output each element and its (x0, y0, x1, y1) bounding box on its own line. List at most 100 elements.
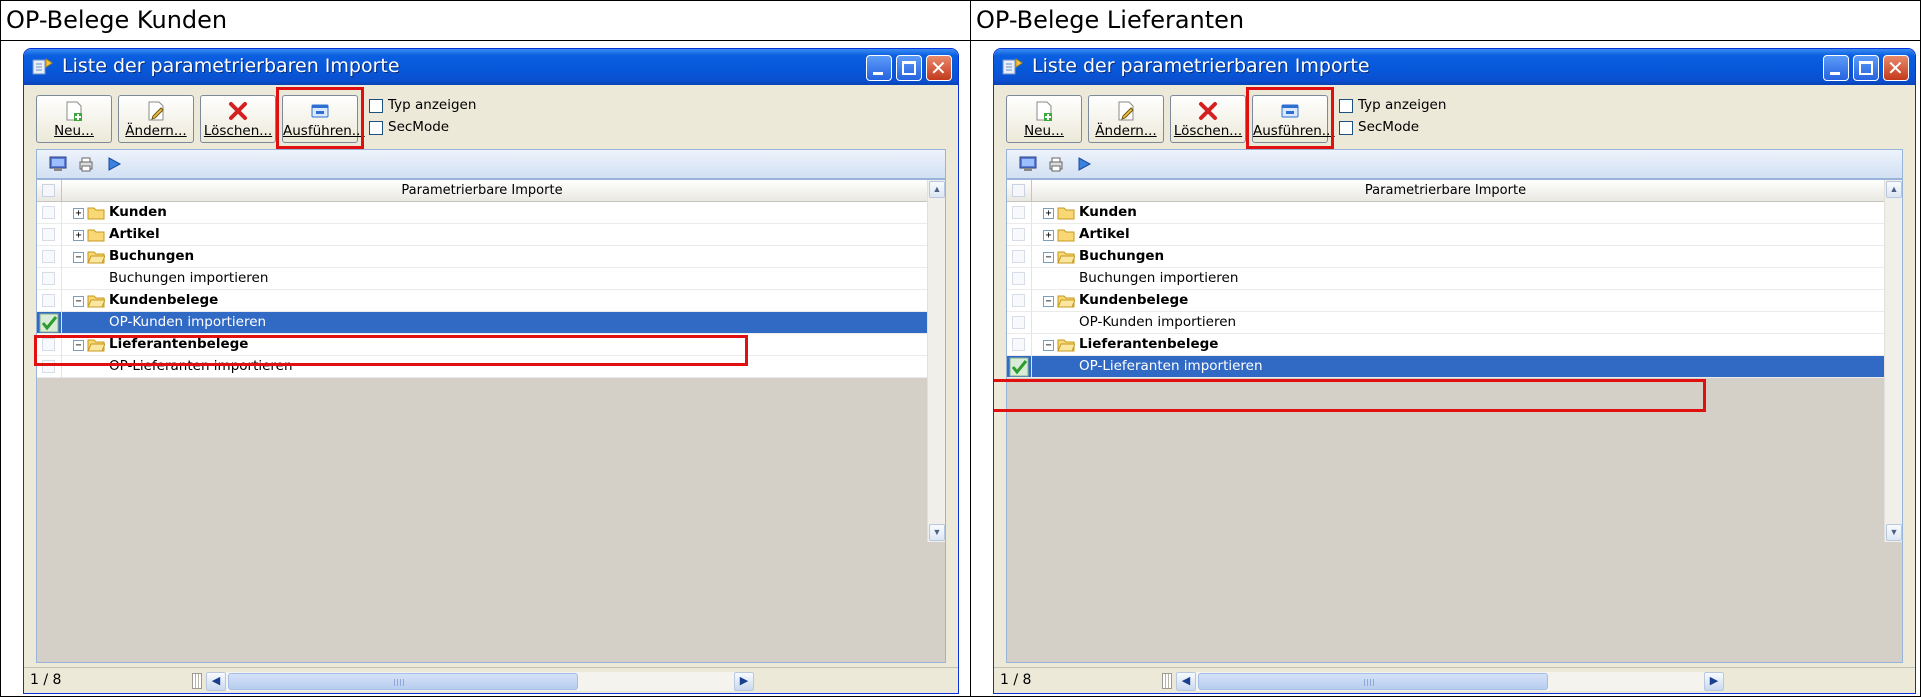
close-button[interactable]: ✕ (1883, 55, 1909, 81)
splitter-grip[interactable] (192, 673, 202, 689)
tree-row-kundenbelege[interactable]: − Kundenbelege (1007, 290, 1884, 312)
imports-grid: Parametrierbare Importe + Kunden + Artik… (1006, 179, 1903, 663)
select-all-checkbox[interactable] (1012, 184, 1025, 197)
minimize-button[interactable] (1823, 55, 1849, 81)
maximize-button[interactable] (896, 55, 922, 81)
row-checkbox[interactable] (42, 206, 55, 219)
scroll-right-icon[interactable]: ▶ (1704, 672, 1724, 691)
checkmark-icon[interactable] (39, 313, 59, 333)
tree-row-kunden[interactable]: + Kunden (1007, 202, 1884, 224)
vertical-scrollbar[interactable]: ▲ ▼ (1884, 180, 1902, 542)
minimize-button[interactable] (866, 55, 892, 81)
row-checkbox[interactable] (1012, 272, 1025, 285)
row-checkbox[interactable] (1012, 228, 1025, 241)
scroll-right-icon[interactable]: ▶ (734, 672, 754, 691)
minimize-icon (1830, 72, 1840, 75)
edit-button[interactable]: Ändern... (1088, 95, 1164, 143)
close-button[interactable]: ✕ (926, 55, 952, 81)
show-type-checkbox[interactable] (1339, 99, 1353, 113)
tree-row-kundenbelege[interactable]: − Kundenbelege (37, 290, 927, 312)
checkmark-icon[interactable] (1009, 357, 1029, 377)
tree-row-label: Buchungen (1079, 248, 1165, 264)
tree-row-buchungen-importieren[interactable]: Buchungen importieren (37, 268, 927, 290)
print-icon[interactable] (77, 156, 95, 172)
play-icon[interactable] (1075, 156, 1093, 172)
grid-header[interactable]: Parametrierbare Importe (37, 180, 927, 202)
scroll-up-icon[interactable]: ▲ (1886, 181, 1902, 198)
window-title: Liste der parametrierbaren Importe (62, 55, 400, 77)
tree-row-op-lieferanten-importieren[interactable]: OP-Lieferanten importieren (1007, 356, 1884, 378)
window-titlebar[interactable]: Liste der parametrierbaren Importe ✕ (24, 49, 958, 85)
row-checkbox[interactable] (1012, 338, 1025, 351)
tree-row-op-kunden-importieren[interactable]: OP-Kunden importieren (37, 312, 927, 334)
panel-op-belege-lieferanten: OP-Belege Lieferanten Liste der parametr… (970, 0, 1921, 697)
import-list-icon (1002, 58, 1023, 75)
new-button[interactable]: Neu... (36, 95, 112, 143)
maximize-button[interactable] (1853, 55, 1879, 81)
horizontal-scrollbar[interactable]: ◀ ▶ (1176, 672, 1724, 691)
show-type-checkbox[interactable] (369, 99, 383, 113)
folder-icon (87, 207, 105, 220)
collapse-minus-icon[interactable]: − (73, 252, 84, 263)
splitter-grip[interactable] (1162, 673, 1172, 689)
new-button[interactable]: Neu... (1006, 95, 1082, 143)
scroll-down-icon[interactable]: ▼ (1886, 524, 1902, 541)
row-checkbox[interactable] (42, 272, 55, 285)
monitor-icon[interactable] (1019, 156, 1037, 172)
monitor-icon[interactable] (49, 156, 67, 172)
expand-plus-icon[interactable]: + (73, 208, 84, 219)
scroll-left-icon[interactable]: ◀ (206, 672, 226, 691)
expand-plus-icon[interactable]: + (1043, 230, 1054, 241)
horizontal-scrollbar[interactable]: ◀ ▶ (206, 672, 754, 691)
play-icon[interactable] (105, 156, 123, 172)
collapse-minus-icon[interactable]: − (1043, 296, 1054, 307)
expand-plus-icon[interactable]: + (1043, 208, 1054, 219)
scroll-thumb[interactable] (1198, 673, 1548, 690)
row-checkbox[interactable] (42, 228, 55, 241)
header-separator (1031, 180, 1032, 202)
row-checkbox[interactable] (1012, 294, 1025, 307)
tree-row-op-kunden-importieren[interactable]: OP-Kunden importieren (1007, 312, 1884, 334)
edit-button[interactable]: Ändern... (118, 95, 194, 143)
row-checkbox[interactable] (42, 294, 55, 307)
status-bar: 1 / 8 ◀ ▶ (24, 667, 958, 693)
highlight-selected-row (994, 379, 1706, 412)
print-icon[interactable] (1047, 156, 1065, 172)
scroll-down-icon[interactable]: ▼ (929, 524, 945, 541)
grid-header[interactable]: Parametrierbare Importe (1007, 180, 1884, 202)
row-checkbox[interactable] (1012, 250, 1025, 263)
scroll-left-icon[interactable]: ◀ (1176, 672, 1196, 691)
row-checkbox[interactable] (1012, 316, 1025, 329)
scroll-up-icon[interactable]: ▲ (929, 181, 945, 198)
delete-button[interactable]: Löschen... (1170, 95, 1246, 143)
tree-row-buchungen[interactable]: − Buchungen (1007, 246, 1884, 268)
collapse-minus-icon[interactable]: − (1043, 252, 1054, 263)
new-button-label: Neu... (54, 123, 94, 139)
imports-grid: Parametrierbare Importe + Kunden + Artik… (36, 179, 946, 663)
tree-row-label: OP-Lieferanten importieren (1079, 358, 1263, 374)
panel-op-belege-kunden: OP-Belege Kunden Liste der parametrierba… (0, 0, 971, 697)
row-separator (1031, 290, 1032, 312)
collapse-minus-icon[interactable]: − (1043, 340, 1054, 351)
secmode-checkbox[interactable] (369, 121, 383, 135)
select-all-checkbox[interactable] (42, 184, 55, 197)
vertical-scrollbar[interactable]: ▲ ▼ (927, 180, 945, 542)
expand-plus-icon[interactable]: + (73, 230, 84, 241)
tree-row-buchungen[interactable]: − Buchungen (37, 246, 927, 268)
edit-button-label: Ändern... (1095, 123, 1157, 139)
highlight-run-button (1246, 87, 1334, 149)
row-separator (61, 224, 62, 246)
tree-row-buchungen-importieren[interactable]: Buchungen importieren (1007, 268, 1884, 290)
tree-row-artikel[interactable]: + Artikel (37, 224, 927, 246)
window-titlebar[interactable]: Liste der parametrierbaren Importe ✕ (994, 49, 1915, 85)
tree-row-artikel[interactable]: + Artikel (1007, 224, 1884, 246)
scroll-thumb[interactable] (228, 673, 578, 690)
page-indicator: 1 / 8 (1000, 672, 1032, 688)
row-checkbox[interactable] (1012, 206, 1025, 219)
tree-row-lieferantenbelege[interactable]: − Lieferantenbelege (1007, 334, 1884, 356)
collapse-minus-icon[interactable]: − (73, 296, 84, 307)
row-checkbox[interactable] (42, 250, 55, 263)
delete-button[interactable]: Löschen... (200, 95, 276, 143)
secmode-checkbox[interactable] (1339, 121, 1353, 135)
tree-row-kunden[interactable]: + Kunden (37, 202, 927, 224)
